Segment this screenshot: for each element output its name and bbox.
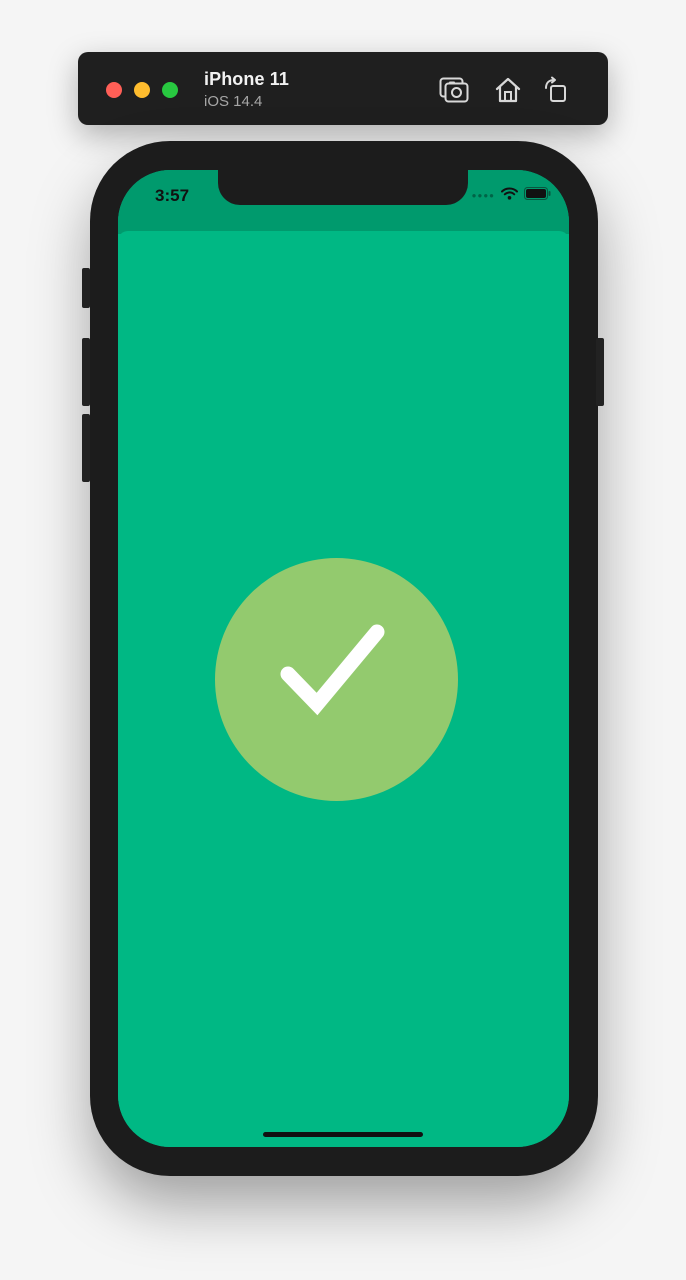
simulator-toolbar: iPhone 11 iOS 14.4: [78, 52, 608, 125]
device-screen: 3:57 ●●●●: [118, 170, 569, 1147]
home-indicator[interactable]: [263, 1132, 423, 1137]
minimize-window-button[interactable]: [134, 82, 150, 98]
zoom-window-button[interactable]: [162, 82, 178, 98]
status-time: 3:57: [155, 186, 190, 205]
checkmark-icon: [272, 622, 402, 737]
status-icons: ●●●●: [472, 187, 551, 205]
volume-up-button: [82, 338, 90, 406]
screenshot-icon: [439, 77, 469, 103]
home-icon: [494, 77, 522, 103]
close-window-button[interactable]: [106, 82, 122, 98]
cellular-dots-icon: ●●●●: [471, 191, 495, 200]
home-button[interactable]: [492, 74, 524, 106]
notch: [218, 170, 468, 205]
rotate-icon: [542, 76, 570, 104]
os-version: iOS 14.4: [204, 93, 263, 110]
volume-down-button: [82, 414, 90, 482]
power-button: [596, 338, 604, 406]
screenshot-button[interactable]: [438, 74, 470, 106]
device-name: iPhone 11: [204, 69, 289, 89]
wifi-icon: [501, 187, 518, 205]
battery-icon: [524, 187, 551, 205]
success-badge: [215, 558, 458, 801]
mute-switch: [82, 268, 90, 308]
rotate-button[interactable]: [540, 74, 572, 106]
